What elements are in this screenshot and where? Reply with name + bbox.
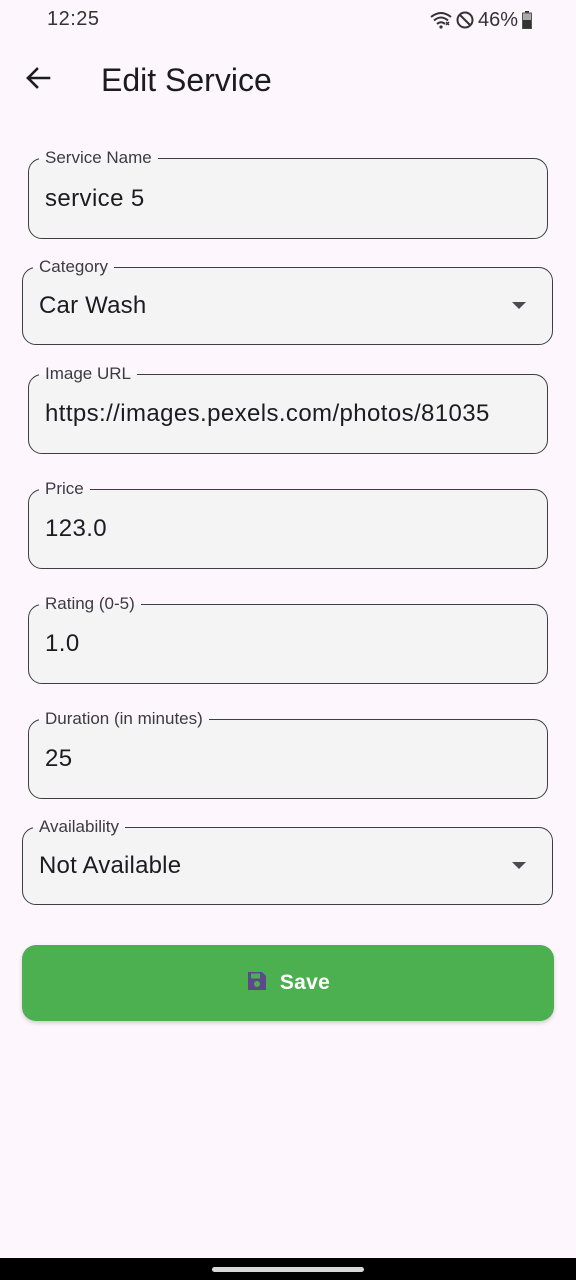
rating-field[interactable]: Rating (0-5) 1.0 — [28, 593, 548, 684]
availability-selected-value[interactable]: Not Available — [39, 828, 538, 904]
image-url-input[interactable]: https://images.pexels.com/photos/81035 — [45, 375, 533, 453]
service-name-input[interactable]: service 5 — [45, 159, 533, 238]
wifi-icon — [430, 11, 452, 29]
duration-field[interactable]: Duration (in minutes) 25 — [28, 708, 548, 799]
battery-percent: 46% — [477, 8, 518, 31]
category-selected-value[interactable]: Car Wash — [39, 268, 538, 344]
category-dropdown[interactable]: Category Car Wash — [22, 256, 553, 345]
save-button[interactable]: Save — [22, 945, 554, 1021]
dropdown-arrow-icon[interactable] — [512, 302, 526, 309]
price-field[interactable]: Price 123.0 — [28, 478, 548, 569]
app-bar: Edit Service — [0, 40, 576, 120]
availability-dropdown[interactable]: Availability Not Available — [22, 816, 553, 905]
price-input[interactable]: 123.0 — [45, 490, 533, 568]
save-icon — [246, 970, 268, 997]
status-time: 12:25 — [47, 8, 100, 30]
image-url-field[interactable]: Image URL https://images.pexels.com/phot… — [28, 363, 548, 454]
dropdown-arrow-icon[interactable] — [512, 862, 526, 869]
save-button-label: Save — [279, 971, 331, 994]
back-button[interactable] — [14, 56, 62, 104]
home-gesture-handle[interactable] — [212, 1267, 364, 1272]
arrow-back-icon — [25, 66, 51, 95]
page-title: Edit Service — [101, 62, 272, 98]
do-not-disturb-icon — [456, 11, 474, 29]
battery-icon — [522, 11, 532, 29]
system-navigation-bar — [0, 1258, 576, 1280]
status-icons: 46% — [430, 8, 532, 32]
service-name-field[interactable]: Service Name service 5 — [28, 147, 548, 239]
duration-input[interactable]: 25 — [45, 720, 533, 798]
status-bar: 12:25 46% — [0, 0, 576, 40]
rating-input[interactable]: 1.0 — [45, 605, 533, 683]
